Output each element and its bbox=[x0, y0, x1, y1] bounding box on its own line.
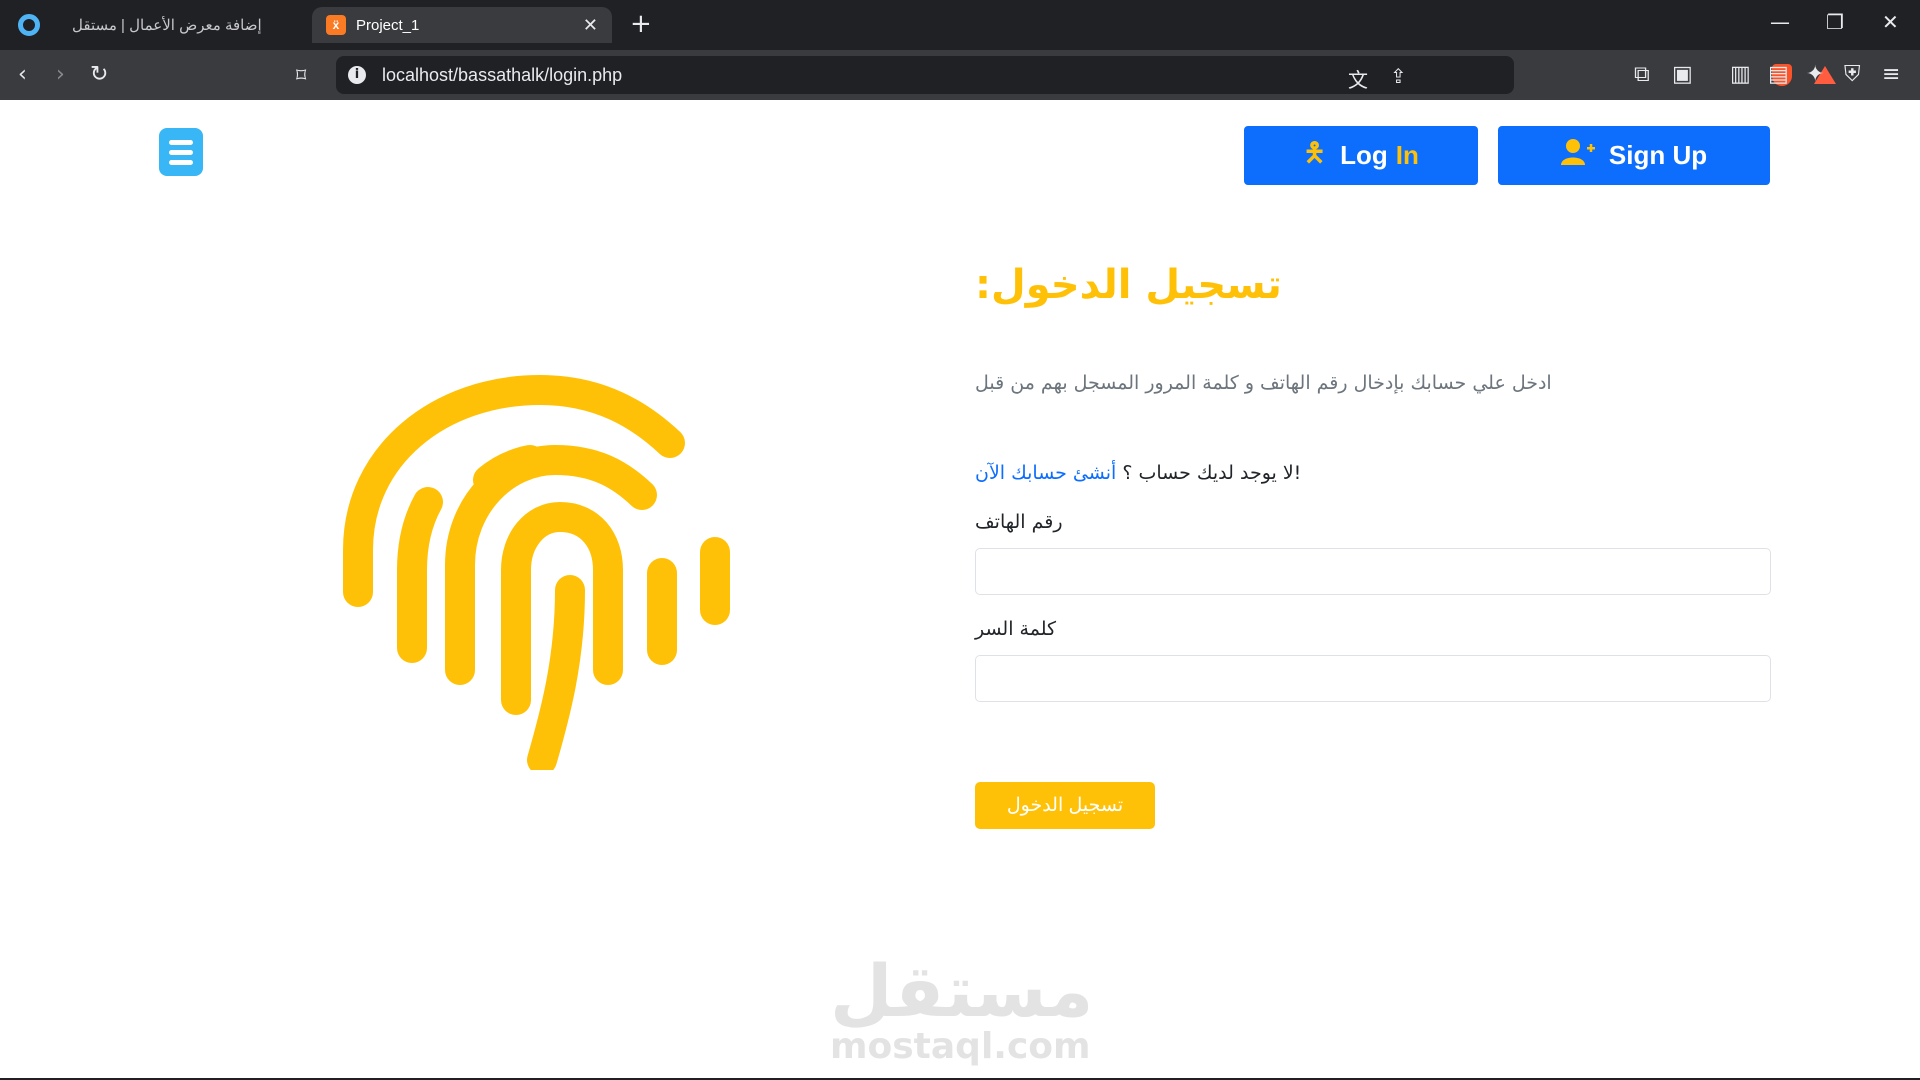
create-account-link[interactable]: أنشئ حسابك الآن bbox=[975, 462, 1116, 484]
watermark-latin: mostaql.com bbox=[830, 1026, 1091, 1067]
signup-label: Sign Up bbox=[1608, 140, 1708, 170]
page-title-text: تسجيل الدخول: bbox=[975, 262, 1282, 308]
address-bar[interactable]: i localhost/bassathalk/login.php 文 ⇪ bbox=[336, 56, 1836, 94]
phone-label: رقم الهاتف bbox=[975, 511, 1063, 533]
login-label-word2: In bbox=[1395, 140, 1419, 170]
site-logo-icon[interactable] bbox=[159, 128, 203, 176]
page-content: 🯅 Log In Sign Up تسجيل الدخول: ادخل علي … bbox=[0, 100, 1920, 1080]
reload-icon[interactable]: ↻ bbox=[90, 62, 108, 88]
user-plus-svg bbox=[1560, 139, 1595, 165]
phone-input[interactable] bbox=[975, 548, 1771, 595]
new-tab-icon[interactable]: + bbox=[630, 11, 652, 37]
browser-toolbar: ‹ › ↻ ⌑ i localhost/bassathalk/login.php… bbox=[0, 50, 1920, 100]
sidebar-icon[interactable]: ▥ bbox=[1730, 62, 1751, 88]
login-button[interactable]: 🯅 Log In bbox=[1244, 126, 1478, 185]
brave-menu-icon[interactable] bbox=[18, 14, 40, 36]
back-icon[interactable]: ‹ bbox=[18, 62, 27, 88]
forward-icon[interactable]: › bbox=[56, 62, 65, 88]
no-account-text: !لا يوجد لديك حساب ؟ bbox=[1116, 462, 1302, 484]
translate-icon[interactable]: 文 bbox=[1348, 64, 1368, 93]
login-label-word1: Log bbox=[1340, 140, 1388, 170]
extensions-icon[interactable]: ⧉ bbox=[1634, 62, 1650, 88]
password-input[interactable] bbox=[975, 655, 1771, 702]
share-icon[interactable]: ⇪ bbox=[1390, 64, 1407, 88]
no-account-line: !لا يوجد لديك حساب ؟ أنشئ حسابك الآن bbox=[975, 462, 1301, 484]
fingerprint-icon bbox=[343, 374, 730, 770]
submit-login-button[interactable]: تسجيل الدخول bbox=[975, 782, 1155, 829]
leo-icon[interactable]: ✦ bbox=[1806, 62, 1824, 88]
close-window-icon[interactable]: ✕ bbox=[1882, 10, 1899, 34]
vpn-icon[interactable]: ⛨ bbox=[1844, 62, 1861, 88]
password-label: كلمة السر bbox=[975, 618, 1057, 640]
person-icon: 🯅 bbox=[1303, 136, 1327, 167]
tab-project[interactable]: ẍ Project_1 ✕ bbox=[312, 7, 612, 43]
page-title: تسجيل الدخول: bbox=[975, 262, 1771, 308]
user-plus-icon bbox=[1560, 138, 1595, 173]
site-info-icon[interactable]: i bbox=[348, 66, 366, 84]
tab-label: Project_1 bbox=[356, 16, 420, 34]
watermark-arabic: مستقل bbox=[830, 949, 1094, 1033]
tab-mostaql[interactable]: إضافة معرض الأعمال | مستقل bbox=[72, 7, 312, 43]
signup-button[interactable]: Sign Up bbox=[1498, 126, 1770, 185]
wallet-icon[interactable]: ▤ bbox=[1768, 62, 1789, 88]
bookmark-icon[interactable]: ⌑ bbox=[296, 62, 306, 88]
menu-icon[interactable]: ≡ bbox=[1882, 62, 1900, 88]
tab-label: إضافة معرض الأعمال | مستقل bbox=[72, 17, 262, 34]
minimize-icon[interactable]: — bbox=[1770, 10, 1790, 34]
restore-icon[interactable]: ❐ bbox=[1826, 10, 1844, 34]
close-tab-icon[interactable]: ✕ bbox=[583, 15, 598, 36]
mostaql-watermark: مستقل mostaql.com bbox=[830, 949, 1094, 1067]
login-description: ادخل علي حسابك بإدخال رقم الهاتف و كلمة … bbox=[975, 372, 1552, 394]
xampp-favicon-icon: ẍ bbox=[326, 15, 346, 35]
url-text[interactable]: localhost/bassathalk/login.php bbox=[382, 65, 622, 86]
screenshot-icon[interactable]: ▣ bbox=[1672, 62, 1693, 88]
browser-tab-bar: إضافة معرض الأعمال | مستقل ẍ Project_1 ✕… bbox=[0, 0, 1920, 50]
